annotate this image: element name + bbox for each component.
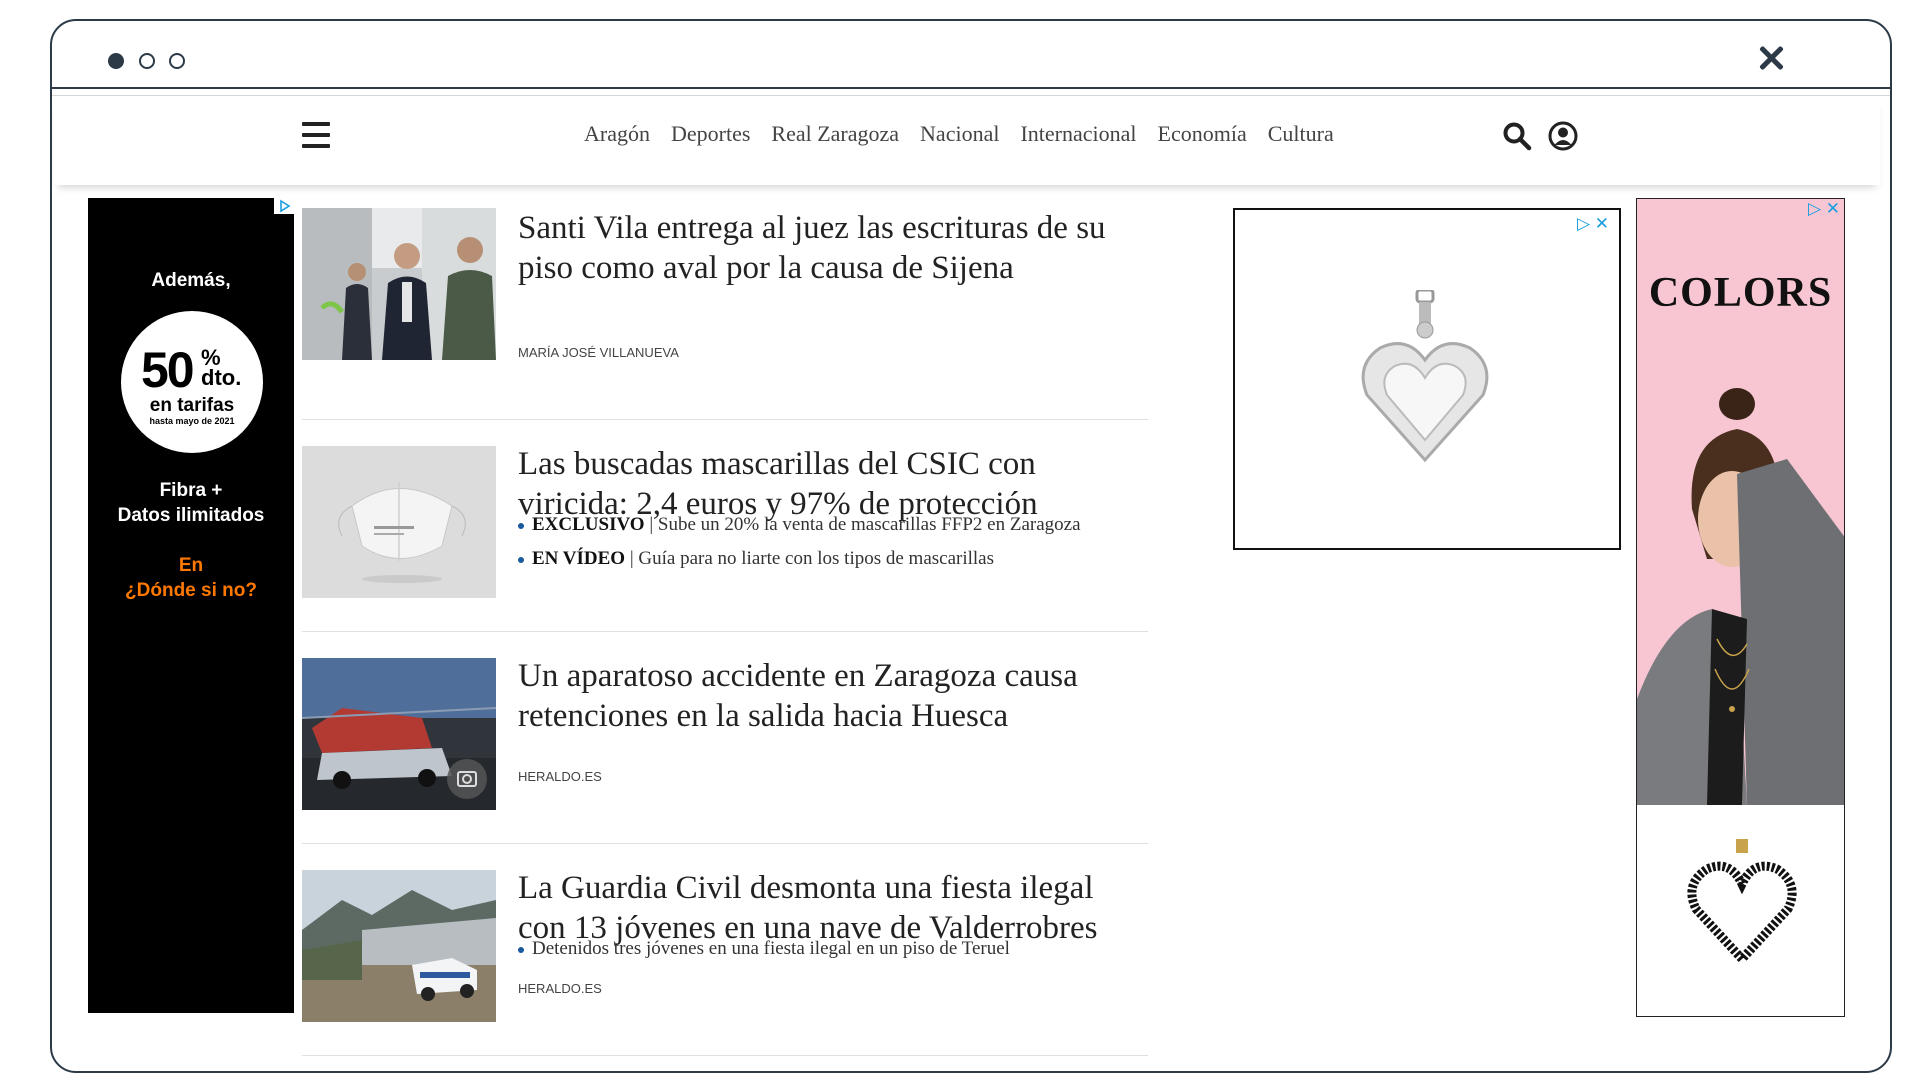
right-banner-ad[interactable]: ▷ ✕ COLORS xyxy=(1636,198,1845,1017)
ad-controls[interactable]: ▷ ✕ xyxy=(1808,199,1840,219)
ad-text-ademas: Además, xyxy=(151,270,231,291)
article-thumbnail-accident[interactable] xyxy=(302,658,496,810)
adchoices-icon[interactable] xyxy=(274,198,294,214)
main-menu: Aragón Deportes Real Zaragoza Nacional I… xyxy=(584,121,1355,147)
close-icon[interactable] xyxy=(1756,43,1786,73)
ad-discount-circle: 50 % dto. en tarifas hasta mayo de 2021 xyxy=(121,311,263,453)
article-list: Santi Vila entrega al juez las escritura… xyxy=(302,208,1148,1056)
related-tag: EXCLUSIVO xyxy=(532,514,645,535)
article-byline[interactable]: HERALDO.ES xyxy=(518,981,602,996)
menu-item-cultura[interactable]: Cultura xyxy=(1268,121,1334,147)
middle-banner-ad[interactable]: ▷ ✕ xyxy=(1233,208,1621,550)
ad-fibra-line2: Datos ilimitados xyxy=(117,505,265,526)
article-item: Santi Vila entrega al juez las escritura… xyxy=(302,208,1148,420)
black-heart-pendant-image xyxy=(1687,839,1797,966)
menu-item-internacional[interactable]: Internacional xyxy=(1020,121,1136,147)
left-banner-ad[interactable]: Además, 50 % dto. en tarifas hasta mayo … xyxy=(88,198,294,1013)
menu-item-aragon[interactable]: Aragón xyxy=(584,121,650,147)
related-tag: EN VÍDEO xyxy=(532,548,626,569)
ad-slogan-line2: ¿Dónde si no? xyxy=(125,580,257,601)
window-dot-1[interactable] xyxy=(108,53,124,69)
article-byline[interactable]: HERALDO.ES xyxy=(518,769,602,784)
article-headline[interactable]: Las buscadas mascarillas del CSIC con vi… xyxy=(518,444,1138,524)
ad-text-slogan: En ¿Dónde si no? xyxy=(88,553,294,603)
hamburger-menu-icon[interactable] xyxy=(302,122,330,148)
article-item: Un aparatoso accidente en Zaragoza causa… xyxy=(302,632,1148,844)
related-text: | Sube un 20% la venta de mascarillas FF… xyxy=(649,514,1081,535)
related-text: | Guía para no liarte con los tipos de m… xyxy=(629,548,995,569)
window-dot-2[interactable] xyxy=(139,53,155,69)
article-thumbnail-politician[interactable] xyxy=(302,208,496,360)
menu-item-nacional[interactable]: Nacional xyxy=(920,121,999,147)
menu-item-real-zaragoza[interactable]: Real Zaragoza xyxy=(771,121,899,147)
ad-discount-number: 50 xyxy=(141,342,195,398)
ad-text-fibra: Fibra + Datos ilimitados xyxy=(88,478,294,528)
article-headline[interactable]: Santi Vila entrega al juez las escritura… xyxy=(518,208,1138,288)
related-text: Detenidos tres jóvenes en una fiesta ile… xyxy=(532,938,1010,959)
article-thumbnail-mask[interactable] xyxy=(302,446,496,598)
bullet-icon xyxy=(518,946,524,953)
related-link[interactable]: Detenidos tres jóvenes en una fiesta ile… xyxy=(518,938,1010,960)
ad-discount-tarifas: en tarifas xyxy=(149,395,235,416)
ad-discount-dto: dto. xyxy=(201,365,242,390)
ad-fibra-line1: Fibra + xyxy=(159,480,223,501)
ad-brand-title: COLORS xyxy=(1648,270,1833,316)
article-headline[interactable]: La Guardia Civil desmonta una fiesta ile… xyxy=(518,868,1138,948)
divider xyxy=(52,95,1890,96)
ad-discount-hasta: hasta mayo de 2021 xyxy=(149,416,235,426)
article-headline[interactable]: Un aparatoso accidente en Zaragoza causa… xyxy=(518,656,1138,736)
user-account-icon[interactable] xyxy=(1548,121,1578,151)
window-titlebar xyxy=(52,21,1890,89)
bullet-icon xyxy=(518,556,524,563)
heart-pendant-image xyxy=(1361,290,1489,463)
ad-slogan-line1: En xyxy=(178,555,204,576)
menu-item-economia[interactable]: Economía xyxy=(1158,121,1247,147)
article-item: Las buscadas mascarillas del CSIC con vi… xyxy=(302,420,1148,632)
article-thumbnail-guardia-civil[interactable] xyxy=(302,870,496,1022)
bullet-icon xyxy=(518,522,524,529)
article-item: La Guardia Civil desmonta una fiesta ile… xyxy=(302,844,1148,1056)
search-icon[interactable] xyxy=(1502,121,1532,151)
related-link[interactable]: EN VÍDEO | Guía para no liarte con los t… xyxy=(518,548,994,570)
ad-controls[interactable]: ▷ ✕ xyxy=(1577,214,1609,234)
window-dot-3[interactable] xyxy=(169,53,185,69)
model-photo xyxy=(1637,388,1844,805)
article-byline[interactable]: MARÍA JOSÉ VILLANUEVA xyxy=(518,345,679,360)
menu-item-deportes[interactable]: Deportes xyxy=(671,121,750,147)
site-navbar: Aragón Deportes Real Zaragoza Nacional I… xyxy=(54,99,1880,185)
related-link[interactable]: EXCLUSIVO | Sube un 20% la venta de masc… xyxy=(518,514,1081,536)
browser-window: Aragón Deportes Real Zaragoza Nacional I… xyxy=(50,19,1892,1073)
